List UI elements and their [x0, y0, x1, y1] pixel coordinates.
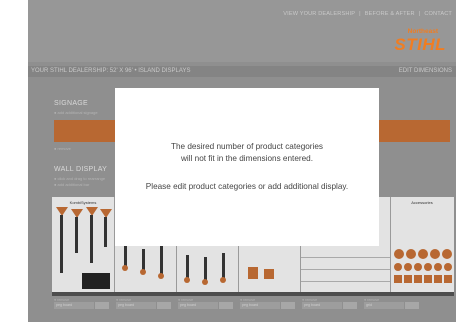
- column-type-select[interactable]: peg board: [178, 302, 218, 309]
- product-shaft: [60, 215, 63, 273]
- shelf-line: [301, 257, 390, 258]
- logo-brand-text: STIHL: [394, 35, 446, 54]
- column-control: ● remove peg board: [240, 298, 300, 310]
- product-tool-head: [140, 269, 146, 275]
- column-type-select[interactable]: peg board: [116, 302, 156, 309]
- column-header-kombisystems: KombiSystems: [69, 200, 97, 205]
- column-control: ● remove peg board: [302, 298, 362, 310]
- nav-view-dealership-link[interactable]: VIEW YOUR DEALERSHIP: [283, 11, 355, 17]
- column-control: ● remove peg board: [54, 298, 114, 310]
- wall-display-title: WALL DISPLAY: [54, 166, 108, 173]
- product-shaft: [75, 217, 78, 253]
- column-type-select[interactable]: peg board: [54, 302, 94, 309]
- nav-separator: |: [359, 11, 361, 17]
- product-shaft: [90, 215, 93, 263]
- accessory-item: [418, 249, 428, 259]
- column-apply-button[interactable]: [405, 302, 419, 309]
- column-type-select[interactable]: grid: [364, 302, 404, 309]
- accessory-item: [404, 263, 412, 271]
- accessory-item: [444, 275, 452, 283]
- wall-rearrange-hint: ● click and drag to rearrange: [54, 176, 106, 181]
- product-engine-block: [82, 273, 110, 289]
- column-apply-button[interactable]: [95, 302, 109, 309]
- accessory-item: [404, 275, 412, 283]
- add-signage-link[interactable]: ● add additional signage: [54, 110, 98, 115]
- column-divider: [390, 197, 391, 292]
- accessory-item: [430, 249, 440, 259]
- product-box: [248, 267, 258, 279]
- product-tool-head: [202, 279, 208, 285]
- product-tool-handle: [142, 249, 145, 271]
- stihl-logo[interactable]: Northeast STIHL: [390, 28, 450, 54]
- product-tool-handle: [160, 245, 163, 275]
- column-control: ● remove grid: [364, 298, 424, 310]
- shelf-line: [301, 281, 390, 282]
- accessory-item: [414, 263, 422, 271]
- accessory-item: [434, 275, 442, 283]
- error-modal: The desired number of product categories…: [115, 88, 379, 246]
- column-type-select[interactable]: peg board: [240, 302, 280, 309]
- accessory-item: [394, 249, 404, 259]
- column-control: ● remove peg board: [116, 298, 176, 310]
- page: VIEW YOUR DEALERSHIP | BEFORE & AFTER | CONT…: [28, 0, 456, 322]
- modal-message-line-3: Please edit product categories or add ad…: [145, 182, 349, 191]
- accessory-item: [394, 263, 402, 271]
- accessory-item: [394, 275, 402, 283]
- accessory-item: [406, 249, 416, 259]
- modal-message-line-2: will not fit in the dimensions entered.: [181, 154, 313, 163]
- accessory-item: [424, 275, 432, 283]
- wall-base-strip: [52, 292, 454, 296]
- product-tool-head: [184, 277, 190, 283]
- product-tool-head: [220, 277, 226, 283]
- column-apply-button[interactable]: [157, 302, 171, 309]
- column-header-accessories: Accessories: [411, 200, 433, 205]
- product-box: [264, 269, 274, 279]
- accessory-item: [442, 249, 452, 259]
- column-type-select[interactable]: peg board: [302, 302, 342, 309]
- edit-dimensions-link[interactable]: EDIT DIMENSIONS: [399, 68, 452, 74]
- product-tool-head: [158, 273, 164, 279]
- nav-before-after-link[interactable]: BEFORE & AFTER: [365, 11, 415, 17]
- accessory-item: [424, 263, 432, 271]
- modal-message-line-1: The desired number of product categories: [170, 142, 323, 151]
- nav-separator: |: [418, 11, 421, 17]
- nav-contact-link[interactable]: CONTACT: [424, 11, 452, 17]
- product-shaft: [104, 217, 107, 247]
- dealership-title: YOUR STIHL DEALERSHIP: 52' X 96' • ISLAN…: [31, 68, 191, 74]
- signage-title: SIGNAGE: [54, 100, 88, 107]
- column-apply-button[interactable]: [343, 302, 357, 309]
- accessory-item: [414, 275, 422, 283]
- signage-remove-link[interactable]: ● remove: [54, 146, 71, 151]
- add-bar-link[interactable]: ● add additional bar: [54, 182, 89, 187]
- title-bar: YOUR STIHL DEALERSHIP: 52' X 96' • ISLAN…: [28, 66, 456, 77]
- accessory-item: [444, 263, 452, 271]
- logo-region-text: Northeast: [407, 28, 438, 35]
- column-apply-button[interactable]: [219, 302, 233, 309]
- header: VIEW YOUR DEALERSHIP | BEFORE & AFTER | CONT…: [28, 0, 456, 62]
- column-control: ● remove peg board: [178, 298, 238, 310]
- product-tool-head: [122, 265, 128, 271]
- shelf-line: [301, 269, 390, 270]
- column-apply-button[interactable]: [281, 302, 295, 309]
- top-nav: VIEW YOUR DEALERSHIP | BEFORE & AFTER | CONT…: [283, 11, 452, 17]
- accessory-item: [434, 263, 442, 271]
